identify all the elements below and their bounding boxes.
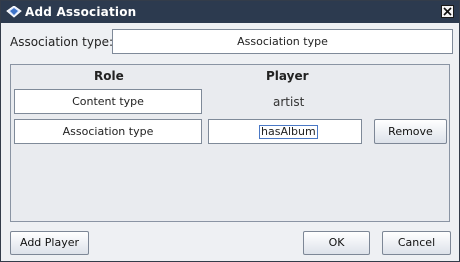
ok-button[interactable]: OK [303,231,370,255]
add-player-button[interactable]: Add Player [10,231,89,255]
role-button-content-type[interactable]: Content type [14,89,202,114]
role-column-header: Role [94,69,124,83]
player-value-artist: artist [273,95,305,109]
add-association-dialog: Add Association Association type: Associ… [0,0,460,262]
close-button[interactable] [441,5,454,18]
player-input-field[interactable]: hasAlbum [208,119,362,144]
close-x-icon [443,7,452,16]
remove-button[interactable]: Remove [374,119,447,144]
player-input-value: hasAlbum [259,125,318,139]
association-type-label: Association type: [10,35,113,49]
cancel-button[interactable]: Cancel [382,231,451,255]
association-type-button[interactable]: Association type [112,29,453,54]
title-bar[interactable]: Add Association [1,1,459,23]
player-column-header: Player [266,69,309,83]
topic-map-diamond-icon [6,5,22,18]
role-button-association-type[interactable]: Association type [14,119,202,144]
dialog-title: Add Association [25,5,137,19]
